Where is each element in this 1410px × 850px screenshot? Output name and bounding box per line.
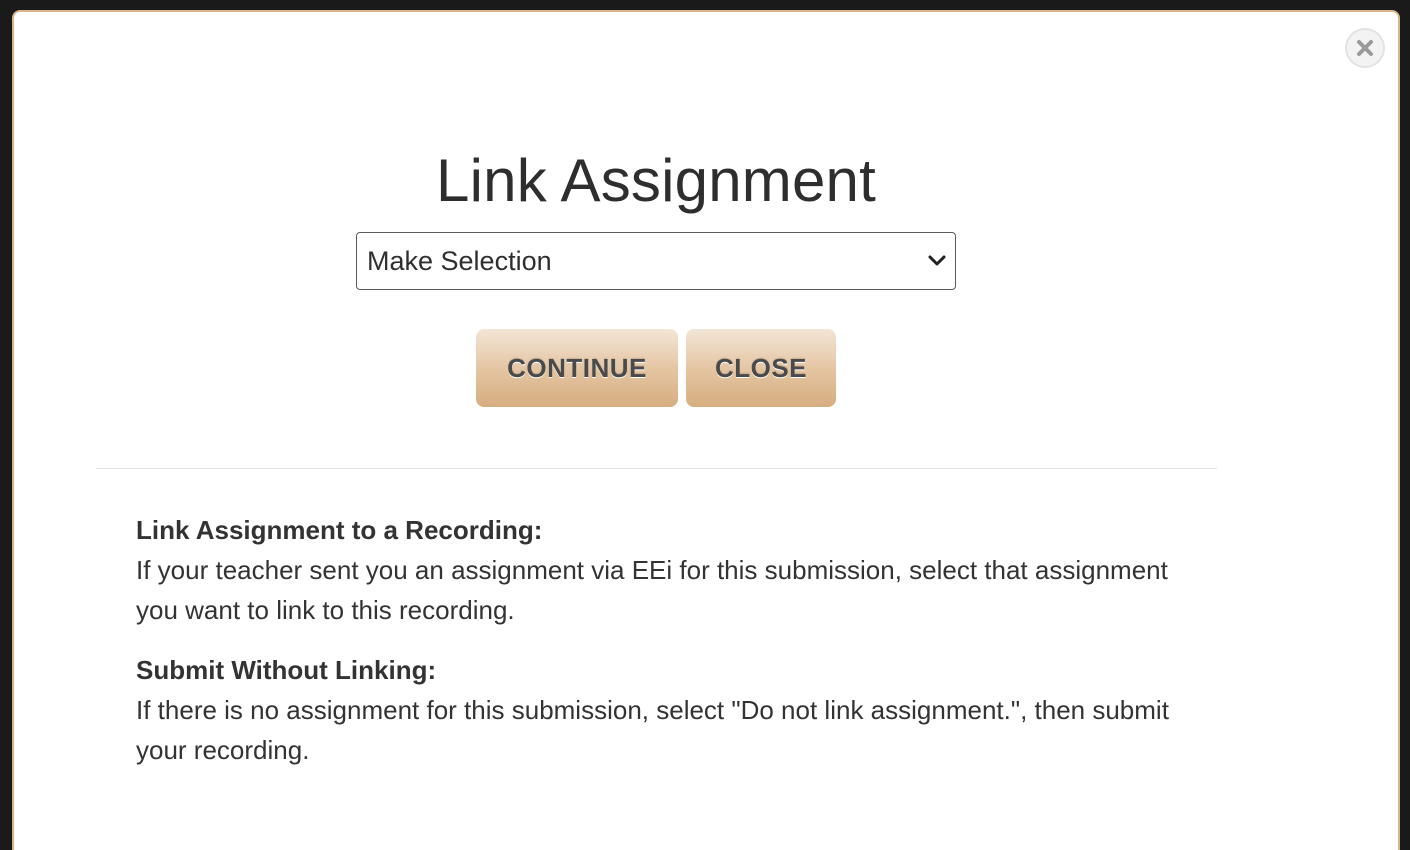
chevron-down-icon [928,255,946,266]
info-heading: Submit Without Linking: [136,655,437,685]
info-section-no-link: Submit Without Linking: If there is no a… [136,650,1216,770]
close-button[interactable]: CLOSE [686,329,836,407]
divider [96,468,1217,469]
info-heading: Link Assignment to a Recording: [136,515,543,545]
close-x-icon [1357,40,1373,56]
info-body: If your teacher sent you an assignment v… [136,555,1168,625]
continue-button[interactable]: CONTINUE [476,329,678,407]
assignment-select-value: Make Selection [367,246,552,276]
link-assignment-modal: Link Assignment Make Selection CONTINUE … [12,10,1400,850]
assignment-select[interactable]: Make Selection [356,232,956,290]
modal-title: Link Assignment [436,147,876,214]
close-modal-button[interactable] [1345,28,1385,68]
info-body: If there is no assignment for this submi… [136,695,1169,765]
info-section-link: Link Assignment to a Recording: If your … [136,510,1216,630]
